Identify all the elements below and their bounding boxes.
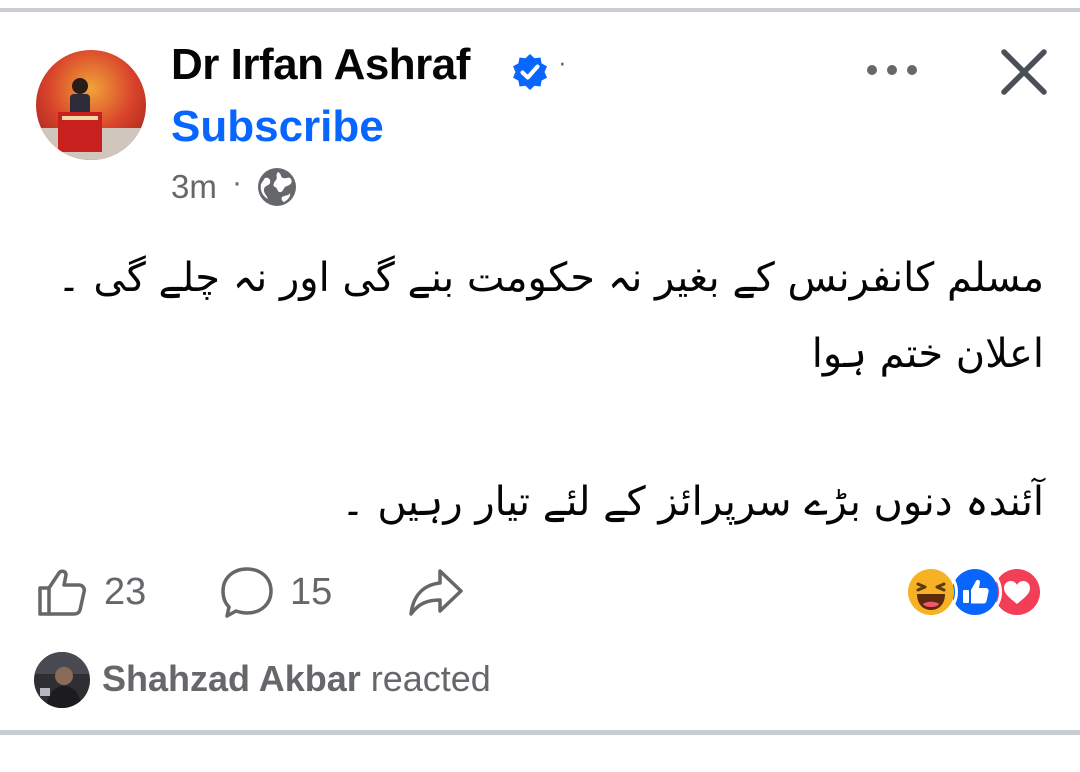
subscribe-button[interactable]: Subscribe: [171, 102, 384, 152]
comment-count: 15: [290, 570, 333, 613]
post-timestamp[interactable]: 3m: [171, 168, 217, 206]
post-text-line: اعلان ختم ہوا: [811, 331, 1044, 377]
reactor-name[interactable]: Shahzad Akbar: [102, 658, 361, 699]
post-text-line: مسلم کانفرنس کے بغیر نہ حکومت بنے گی اور…: [57, 255, 1044, 301]
name-separator: ·: [558, 47, 567, 77]
post-text-line: [34, 392, 1044, 464]
bottom-divider: [0, 730, 1080, 735]
haha-reaction-icon: [904, 565, 958, 619]
comment-button[interactable]: 15: [218, 562, 332, 622]
reactor-avatar[interactable]: [34, 652, 90, 708]
top-divider: [0, 8, 1080, 12]
comment-bubble-icon: [221, 567, 273, 618]
post-text: مسلم کانفرنس کے بغیر نہ حکومت بنے گی اور…: [34, 240, 1044, 540]
like-count: 23: [104, 570, 147, 613]
reactor-action: reacted: [370, 658, 491, 699]
globe-icon[interactable]: [256, 166, 298, 208]
reactor-text[interactable]: Shahzad Akbar reacted: [102, 658, 491, 700]
share-button[interactable]: [406, 562, 466, 622]
more-dots-icon: [867, 65, 917, 75]
verified-badge-icon: [510, 52, 550, 92]
author-name[interactable]: Dr Irfan Ashraf: [171, 40, 470, 90]
meta-separator: ·: [232, 166, 242, 199]
share-arrow-icon: [409, 569, 463, 616]
like-button[interactable]: 23: [34, 562, 146, 622]
author-avatar[interactable]: [36, 50, 146, 160]
reaction-summary[interactable]: [904, 565, 1044, 619]
more-options-button[interactable]: [860, 50, 924, 90]
close-button[interactable]: [996, 44, 1052, 100]
thumbs-up-icon: [38, 569, 86, 616]
post-text-line: آئندہ دنوں بڑے سرپرائز کے لئے تیار رہیں …: [341, 479, 1044, 525]
close-icon: [1001, 49, 1047, 95]
